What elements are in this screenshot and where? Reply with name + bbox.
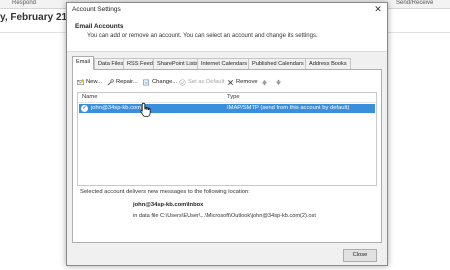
accounts-list: Name Type ✓ john@34sp-kb.com IMAP/SMTP (… <box>77 92 377 186</box>
tab-internet-calendars[interactable]: Internet Calendars <box>197 58 252 69</box>
repair-button[interactable]: Repair... <box>107 77 138 87</box>
set-default-button-label: Set as Default <box>188 79 225 85</box>
tab-email[interactable]: Email <box>72 56 94 70</box>
remove-button[interactable]: Remove <box>227 77 258 87</box>
background-divider <box>386 32 450 33</box>
hand-pointer-icon <box>140 102 151 117</box>
header-title: Email Accounts <box>75 23 124 30</box>
remove-x-icon <box>227 79 234 85</box>
dialog-title: Account Settings <box>72 6 121 13</box>
account-settings-dialog: Account Settings ✕ Email Accounts You ca… <box>66 2 388 266</box>
dialog-header: Email Accounts You can add or remove an … <box>67 17 387 52</box>
tab-published-calendars[interactable]: Published Calendars <box>248 58 308 69</box>
header-subtitle: You can add or remove an account. You ca… <box>87 33 318 39</box>
arrow-up-icon <box>261 79 268 85</box>
arrow-down-icon <box>275 79 282 85</box>
account-row[interactable]: ✓ john@34sp-kb.com IMAP/SMTP (send from … <box>79 104 375 113</box>
account-name: john@34sp-kb.com <box>91 105 142 111</box>
checkmark-icon <box>179 78 186 86</box>
tab-sharepoint-lists[interactable]: SharePoint Lists <box>153 58 202 69</box>
set-default-button[interactable]: Set as Default <box>179 77 224 87</box>
remove-button-label: Remove <box>236 79 258 85</box>
tab-address-books[interactable]: Address Books <box>305 58 351 69</box>
column-header-name[interactable]: Name <box>82 94 97 100</box>
dialog-titlebar: Account Settings ✕ <box>67 3 387 17</box>
data-file-path: in data file C:\Users\EUser\...\Microsof… <box>133 213 316 219</box>
resize-grip-icon[interactable]: ⋰ <box>381 258 386 264</box>
wrench-icon <box>107 78 114 85</box>
calendar-date-heading: y, February 21, 201 <box>0 12 66 23</box>
inbox-location: john@34sp-kb.com\Inbox <box>133 202 204 208</box>
account-type: IMAP/SMTP (send from this account by def… <box>227 105 350 111</box>
list-header-divider <box>78 102 376 103</box>
delivery-info: Selected account delivers new messages t… <box>80 189 250 195</box>
change-settings-icon <box>143 79 149 85</box>
change-button-label: Change... <box>152 79 178 85</box>
change-button[interactable]: Change... <box>143 77 177 87</box>
account-toolbar: New... Repair... Change... Set as Defaul… <box>77 77 377 87</box>
new-button-label: New... <box>86 79 103 85</box>
column-header-type[interactable]: Type <box>227 94 240 100</box>
email-tab-panel: New... Repair... Change... Set as Defaul… <box>72 69 382 243</box>
repair-button-label: Repair... <box>116 79 138 85</box>
close-button[interactable]: Close <box>343 249 377 262</box>
background-divider <box>0 32 66 33</box>
move-down-button[interactable] <box>275 77 284 87</box>
default-account-check-icon: ✓ <box>81 105 88 112</box>
new-account-button[interactable]: New... <box>77 77 102 87</box>
move-up-button[interactable] <box>261 77 270 87</box>
ribbon-label-send-receive: Send/Receive <box>396 0 434 6</box>
new-mail-icon <box>77 78 84 85</box>
close-icon[interactable]: ✕ <box>373 4 383 15</box>
ribbon-label-respond: Respond <box>12 0 37 6</box>
